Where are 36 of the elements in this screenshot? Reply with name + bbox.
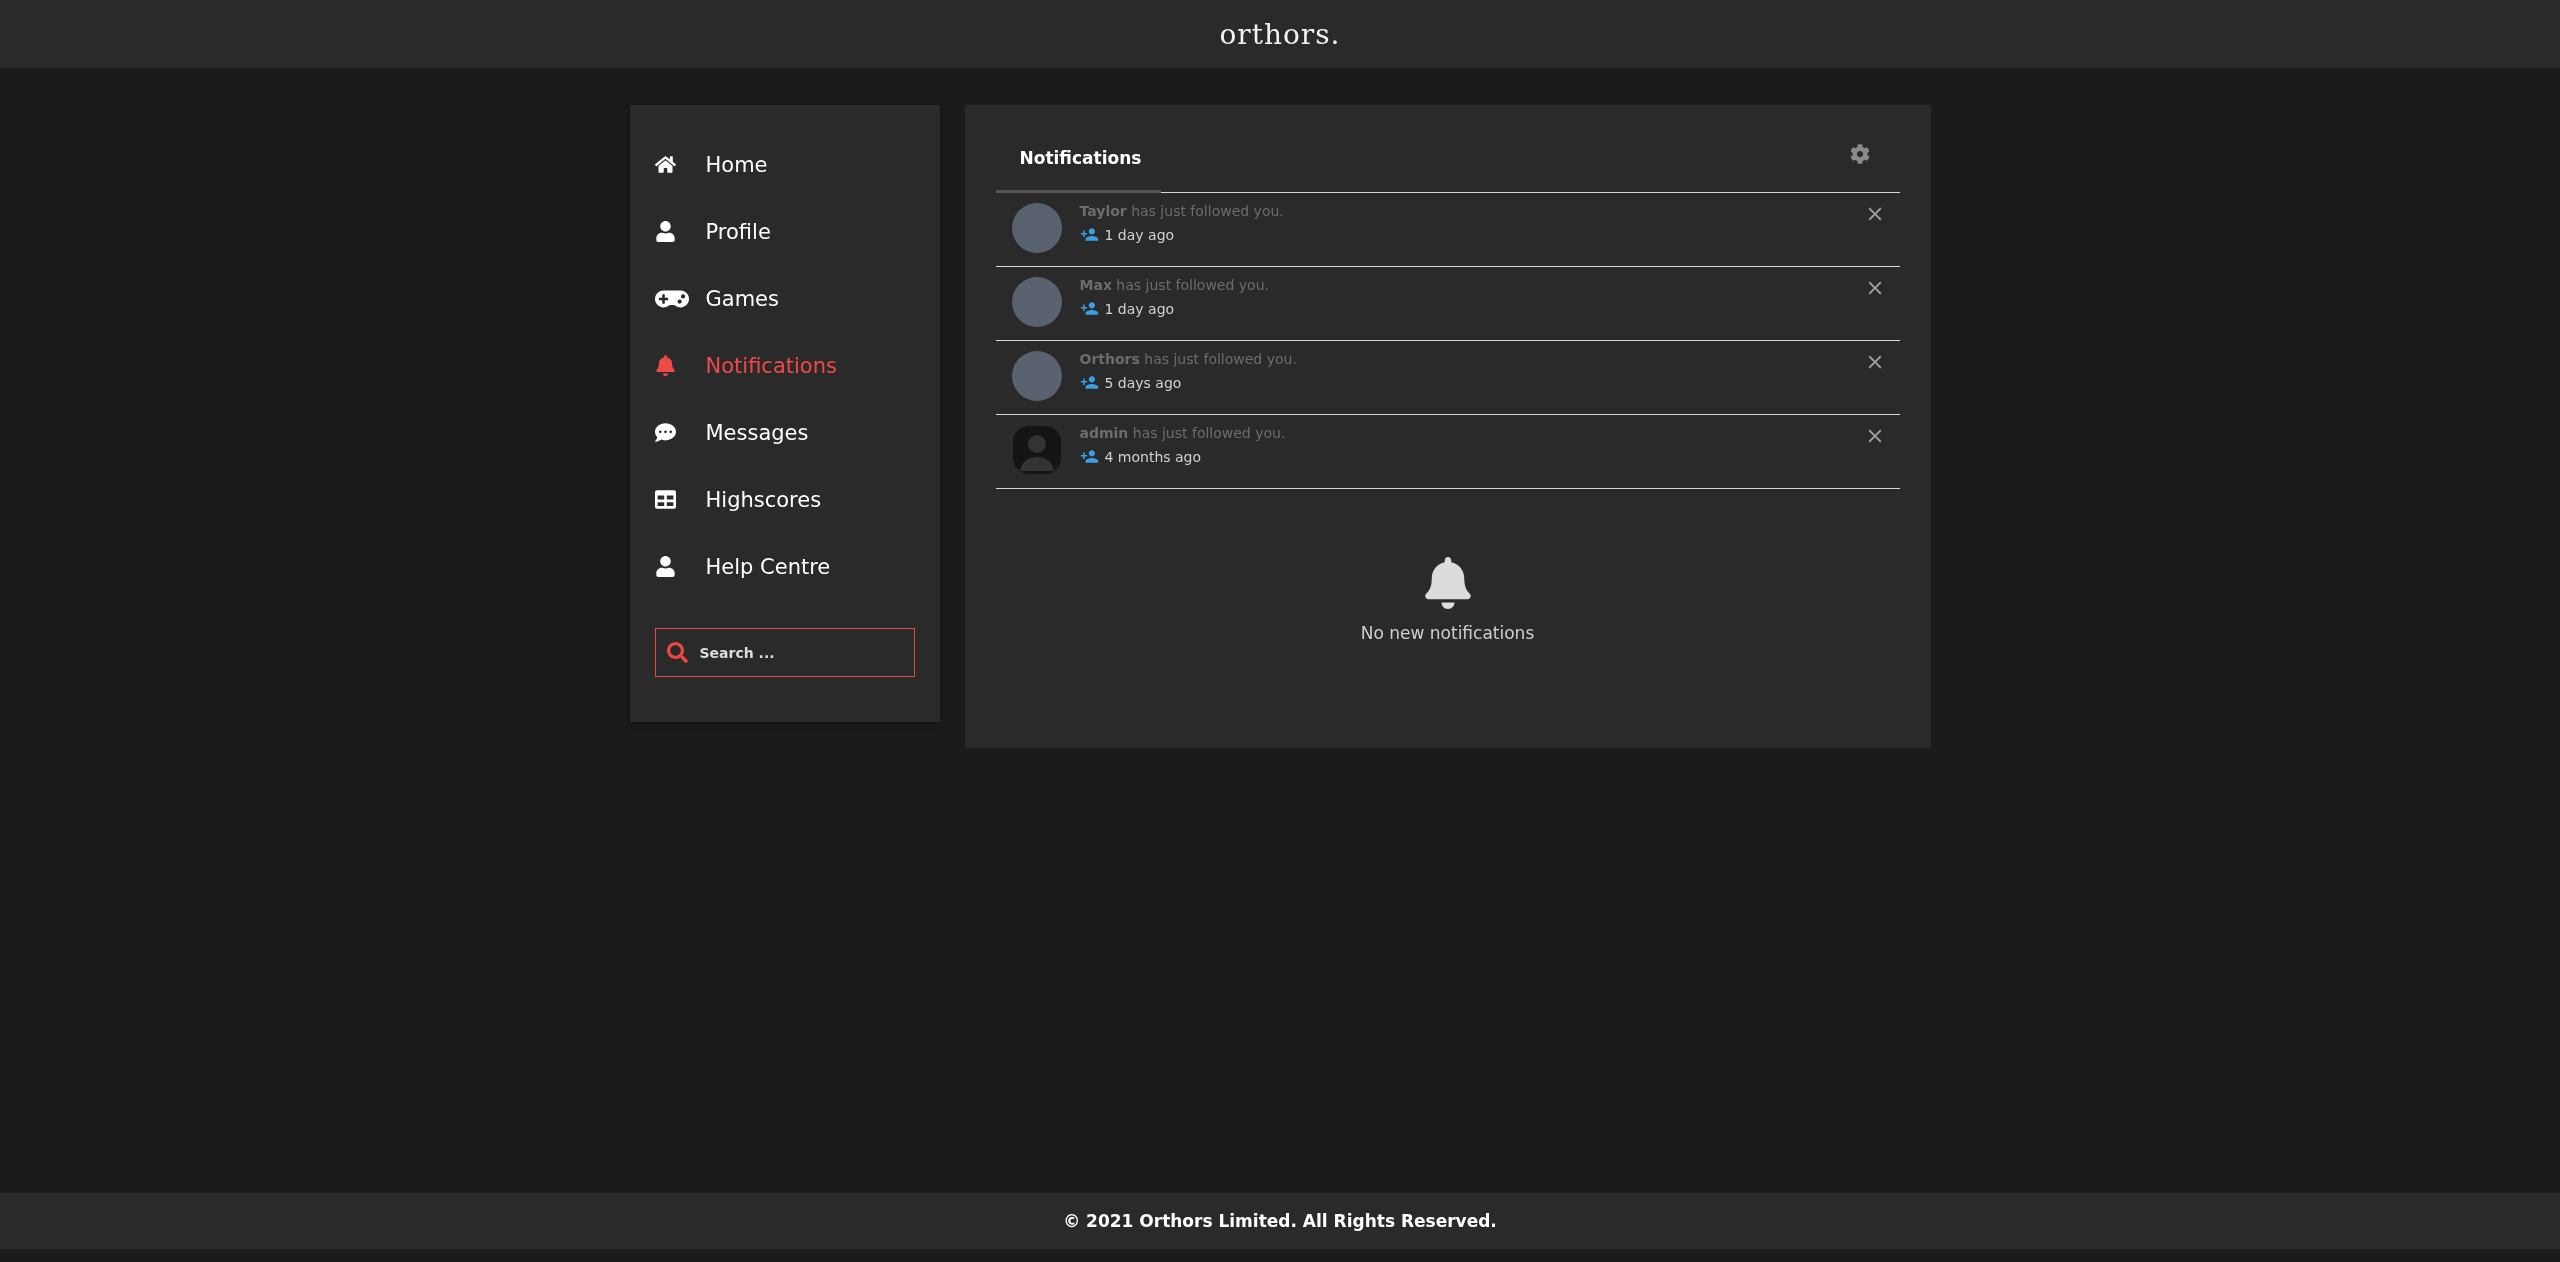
bell-icon [654,355,676,376]
notification-text: Orthors has just followed you. [1079,351,1298,367]
chat-icon [654,422,676,443]
avatar-photo-placeholder [1011,203,1062,253]
nav-item[interactable]: Messages [654,399,915,466]
user-icon [654,556,676,577]
avatar-photo-placeholder [1011,277,1062,327]
empty-message: No new notifications [1360,623,1535,643]
nav-item[interactable]: Help Centre [654,533,915,600]
notification-text: Max has just followed you. [1079,277,1270,293]
avatar-silhouette-icon [1011,425,1062,475]
nav-item[interactable]: Profile [654,198,915,265]
settings-button[interactable] [1849,143,1870,164]
notification-text: Taylor has just followed you. [1079,203,1285,219]
table-icon [654,489,676,510]
site-logo[interactable]: orthors. [1219,17,1341,51]
tab[interactable]: Notifications [995,125,1161,193]
nav-item[interactable]: Home [654,131,915,198]
notification-time: 5 days ago [1104,374,1182,391]
person-add-icon [1079,299,1099,318]
notification-text: admin has just followed you. [1079,425,1287,441]
copyright-text: © 2021 Orthors Limited. All Rights Reserved. [1063,1211,1497,1231]
search-icon [666,642,688,663]
person-add-icon [1079,225,1099,244]
nav-item[interactable]: Highscores [654,466,915,533]
person-add-icon [1079,373,1099,392]
nav-item[interactable]: Notifications [654,332,915,399]
notification-time: 1 day ago [1104,300,1175,317]
notification-time: 1 day ago [1104,226,1175,243]
search-field[interactable]: Search ... [654,628,915,677]
notification-time: 4 months ago [1104,448,1202,465]
home-icon [654,154,676,175]
avatar-photo-placeholder [1011,351,1062,401]
person-add-icon [1079,447,1099,466]
nav-item[interactable]: Games [654,265,915,332]
user-icon [654,221,676,242]
